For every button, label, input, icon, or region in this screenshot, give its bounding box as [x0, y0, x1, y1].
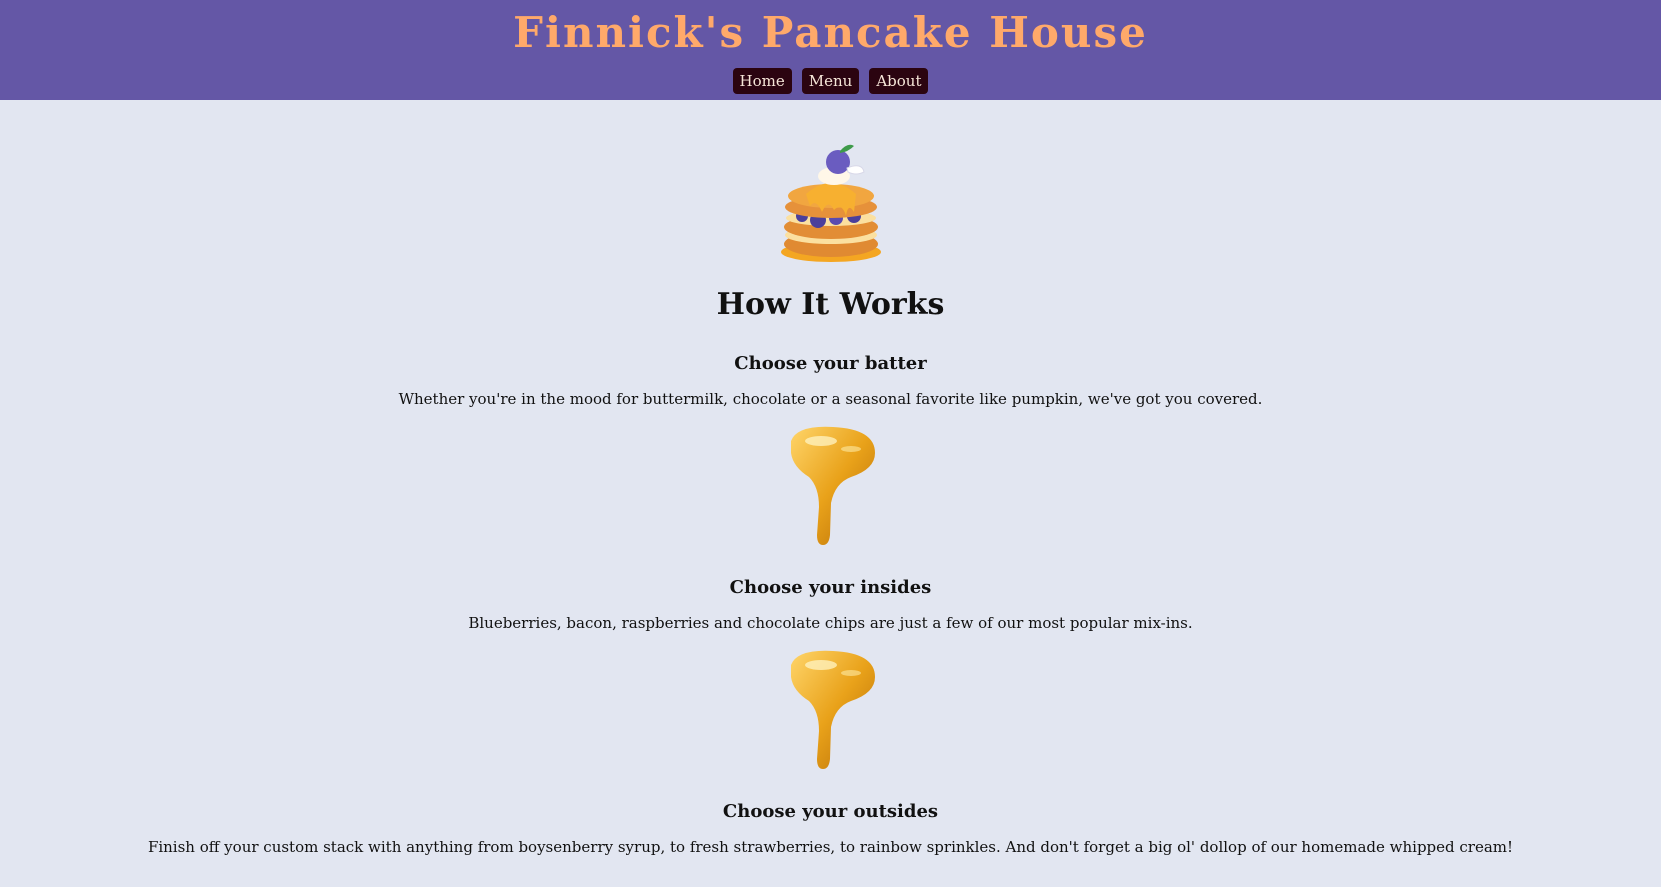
main-content: How It Works Choose your batter Whether …	[0, 132, 1661, 857]
step-title: Choose your outsides	[722, 801, 939, 822]
nav-menu-link[interactable]: Menu	[801, 68, 860, 94]
nav-about-link[interactable]: About	[869, 68, 929, 94]
step-batter: Choose your batter Whether you're in the…	[0, 353, 1661, 409]
syrup-drip-icon	[790, 650, 875, 769]
step-title: Choose your batter	[734, 353, 927, 374]
step-title: Choose your insides	[729, 577, 932, 598]
step-insides: Choose your insides Blueberries, bacon, …	[0, 577, 1661, 633]
syrup-drip-icon	[790, 426, 875, 545]
step-description: Whether you're in the mood for buttermil…	[398, 390, 1263, 408]
pancake-stack-mascot-icon	[780, 144, 881, 262]
page-title: How It Works	[716, 287, 945, 322]
site-title: Finnick's Pancake House	[513, 8, 1148, 57]
step-description: Finish off your custom stack with anythi…	[147, 838, 1514, 856]
nav-home-link[interactable]: Home	[732, 68, 792, 94]
step-description: Blueberries, bacon, raspberries and choc…	[468, 614, 1193, 632]
step-outsides: Choose your outsides Finish off your cus…	[0, 801, 1661, 857]
site-header: Finnick's Pancake House Home Menu About	[0, 0, 1661, 100]
main-nav: Home Menu About	[0, 68, 1661, 94]
